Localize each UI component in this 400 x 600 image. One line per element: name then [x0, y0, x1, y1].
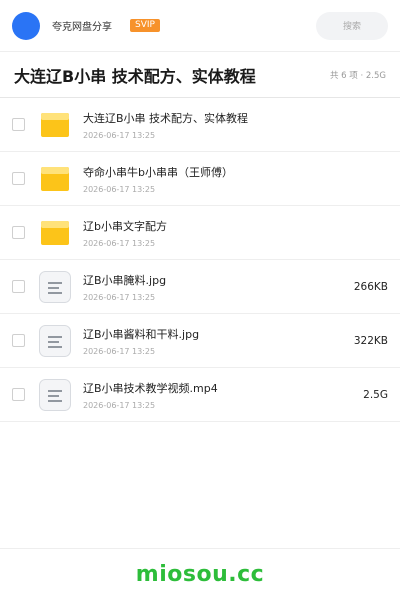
row-checkbox[interactable]: [12, 388, 25, 401]
file-size: 266KB: [353, 280, 388, 293]
file-info: 辽b小串文字配方 2026-06-17 13:25: [83, 218, 388, 248]
row-checkbox[interactable]: [12, 172, 25, 185]
file-date: 2026-06-17 13:25: [83, 400, 156, 410]
file-row[interactable]: 辽B小串酱料和干料.jpg 2026-06-17 13:25 322KB: [0, 314, 400, 368]
file-row[interactable]: 辽B小串腌料.jpg 2026-06-17 13:25 266KB: [0, 260, 400, 314]
file-info: 夺命小串牛b小串串（王师傅） 2026-06-17 13:25: [83, 164, 388, 194]
row-checkbox[interactable]: [12, 280, 25, 293]
file-date: 2026-06-17 13:25: [83, 184, 156, 194]
file-info: 辽B小串技术教学视频.mp4 2026-06-17 13:25: [83, 380, 355, 410]
file-list: 大连辽B小串 技术配方、实体教程 2026-06-17 13:25 夺命小串牛b小串…: [0, 98, 400, 422]
page-title: 大连辽B小串 技术配方、实体教程: [14, 66, 256, 86]
file-info: 辽B小串酱料和干料.jpg 2026-06-17 13:25: [83, 326, 346, 356]
file-date: 2026-06-17 13:25: [83, 238, 156, 248]
app-name: 夸克网盘分享: [52, 22, 112, 33]
file-info: 大连辽B小串 技术配方、实体教程 2026-06-17 13:25: [83, 110, 388, 140]
file-size: 2.5G: [363, 388, 388, 401]
document-icon: [39, 324, 71, 357]
vip-badge: SVIP: [130, 19, 160, 32]
row-checkbox[interactable]: [12, 118, 25, 131]
file-row[interactable]: 辽B小串技术教学视频.mp4 2026-06-17 13:25 2.5G: [0, 368, 400, 422]
file-date: 2026-06-17 13:25: [83, 130, 156, 140]
folder-icon: [39, 217, 71, 249]
share-title-row: 大连辽B小串 技术配方、实体教程 共 6 项 · 2.5G: [0, 52, 400, 98]
document-icon: [39, 378, 71, 411]
file-date: 2026-06-17 13:25: [83, 346, 156, 356]
file-info: 辽B小串腌料.jpg 2026-06-17 13:25: [83, 272, 346, 302]
avatar[interactable]: [12, 11, 40, 40]
file-row[interactable]: 夺命小串牛b小串串（王师傅） 2026-06-17 13:25: [0, 152, 400, 206]
folder-icon: [39, 109, 71, 141]
row-checkbox[interactable]: [12, 334, 25, 347]
file-row[interactable]: 大连辽B小串 技术配方、实体教程 2026-06-17 13:25: [0, 98, 400, 152]
file-size: 322KB: [353, 334, 388, 347]
file-date: 2026-06-17 13:25: [83, 292, 156, 302]
item-summary: 共 6 项 · 2.5G: [329, 70, 386, 81]
file-name: 辽B小串技术教学视频.mp4: [83, 381, 218, 395]
file-name: 夺命小串牛b小串串（王师傅）: [83, 165, 233, 179]
file-name: 辽b小串文字配方: [83, 219, 167, 233]
file-name: 辽B小串腌料.jpg: [83, 273, 167, 287]
file-name: 辽B小串酱料和干料.jpg: [83, 327, 200, 341]
file-name: 大连辽B小串 技术配方、实体教程: [83, 111, 249, 125]
file-row[interactable]: 辽b小串文字配方 2026-06-17 13:25: [0, 206, 400, 260]
row-checkbox[interactable]: [12, 226, 25, 239]
footer: miosou.cc: [0, 548, 400, 600]
top-bar: 夸克网盘分享 SVIP 搜索: [0, 0, 400, 52]
document-icon: [39, 270, 71, 303]
search-input[interactable]: 搜索: [316, 11, 388, 40]
folder-icon: [39, 163, 71, 195]
brand-watermark: miosou.cc: [135, 562, 265, 587]
